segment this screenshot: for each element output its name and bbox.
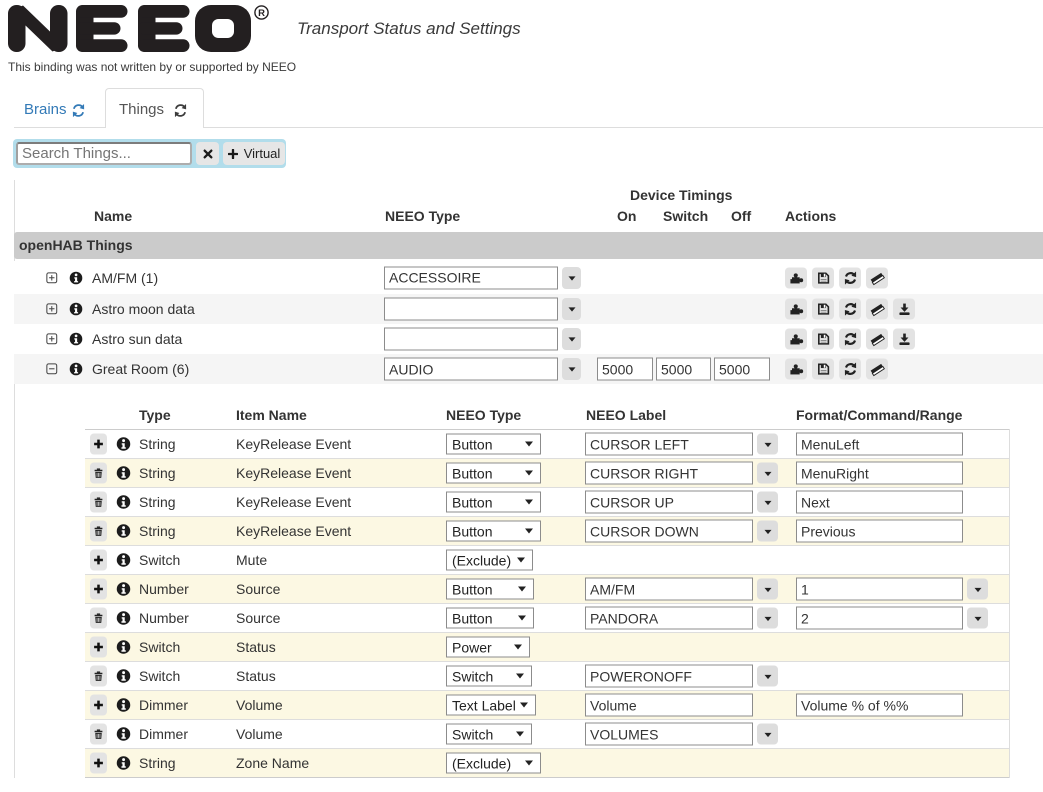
svg-text:R: R [258,8,265,19]
